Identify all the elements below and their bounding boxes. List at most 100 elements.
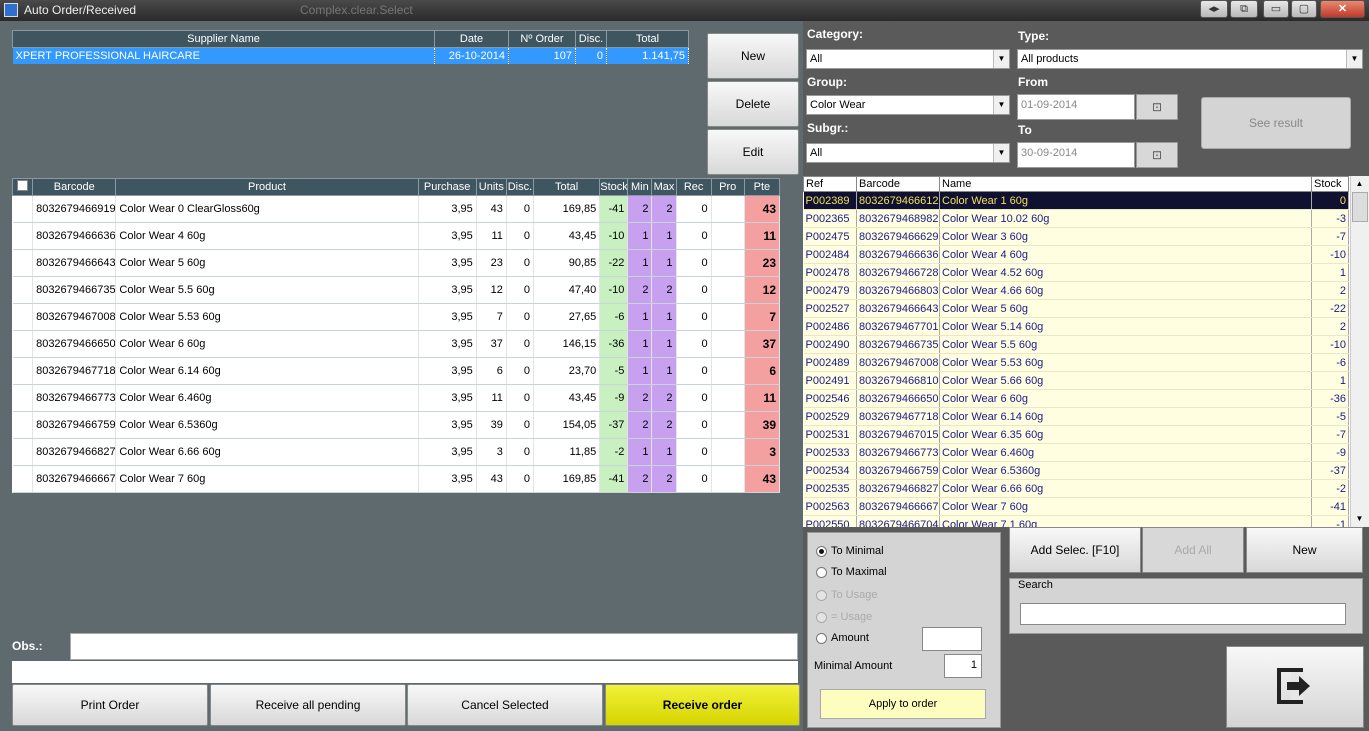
chevron-down-icon[interactable]: ▼ <box>993 96 1009 114</box>
stock-cell[interactable]: -6 <box>599 303 629 331</box>
total-cell[interactable]: 43,45 <box>533 384 601 412</box>
radio-icon[interactable] <box>816 566 827 578</box>
list-item[interactable]: P002486 8032679467701 Color Wear 5.14 60g 2 <box>803 317 1349 336</box>
total-cell[interactable]: 23,70 <box>533 357 601 385</box>
disc-cell[interactable]: 0 <box>506 357 534 385</box>
list-item[interactable]: P002484 8032679466636 Color Wear 4 60g -10 <box>803 245 1349 264</box>
barcode-cell[interactable]: 8032679466773 <box>32 384 117 412</box>
list-item[interactable]: P002478 8032679466728 Color Wear 4.52 60g 1 <box>803 263 1349 282</box>
rec-cell[interactable]: 0 <box>676 249 712 277</box>
pro-cell[interactable] <box>711 357 745 385</box>
stock-cell[interactable]: -10 <box>599 222 629 250</box>
units-cell[interactable]: 11 <box>476 384 507 412</box>
pte-cell[interactable]: 43 <box>744 465 781 493</box>
product-cell[interactable]: Color Wear 6 60g <box>115 330 419 358</box>
min-cell[interactable]: 1 <box>627 357 653 385</box>
col-header-stock[interactable]: Stock <box>1311 176 1349 192</box>
purchase-cell[interactable]: 3,95 <box>418 330 477 358</box>
group-select[interactable]: Color Wear ▼ <box>806 95 1010 115</box>
product-cell[interactable]: Color Wear 6.460g <box>115 384 419 412</box>
col-header-pte[interactable]: Pte <box>743 178 781 196</box>
disc-cell[interactable]: 0 <box>506 222 534 250</box>
list-item[interactable]: P002535 8032679466827 Color Wear 6.66 60g -… <box>803 479 1349 498</box>
col-header-date[interactable]: Date <box>434 30 509 48</box>
table-row[interactable]: 8032679466650 Color Wear 6 60g 3,95 37 0 146,… <box>12 330 781 358</box>
rec-cell[interactable]: 0 <box>676 276 712 304</box>
stock-cell[interactable]: -9 <box>599 384 629 412</box>
barcode-cell[interactable]: 8032679467718 <box>32 357 117 385</box>
min-cell[interactable]: 2 <box>627 465 653 493</box>
pte-cell[interactable]: 3 <box>744 438 781 466</box>
pro-cell[interactable] <box>711 465 745 493</box>
add-all-button[interactable]: Add All <box>1142 527 1244 573</box>
max-cell[interactable]: 1 <box>651 303 677 331</box>
max-cell[interactable]: 1 <box>651 222 677 250</box>
row-select-cell[interactable] <box>12 411 34 439</box>
pte-cell[interactable]: 7 <box>744 303 781 331</box>
product-cell[interactable]: Color Wear 6.14 60g <box>115 357 419 385</box>
list-item[interactable]: P002389 8032679466612 Color Wear 1 60g 0 <box>803 191 1349 210</box>
print-order-button[interactable]: Print Order <box>12 684 208 726</box>
table-row[interactable]: 8032679466827 Color Wear 6.66 60g 3,95 3 0 11… <box>12 438 781 466</box>
pte-cell[interactable]: 11 <box>744 222 781 250</box>
pro-cell[interactable] <box>711 249 745 277</box>
disc-cell[interactable]: 0 <box>506 303 534 331</box>
rec-cell[interactable]: 0 <box>676 438 712 466</box>
subgroup-select[interactable]: All ▼ <box>806 143 1010 163</box>
barcode-cell[interactable]: 8032679466827 <box>32 438 117 466</box>
radio-icon[interactable] <box>816 632 827 644</box>
disc-cell[interactable]: 0 <box>506 465 534 493</box>
product-cell[interactable]: Color Wear 7 60g <box>115 465 419 493</box>
receive-order-button[interactable]: Receive order <box>605 684 800 726</box>
product-cell[interactable]: Color Wear 6.66 60g <box>115 438 419 466</box>
col-header-ref[interactable]: Ref <box>803 176 857 192</box>
product-cell[interactable]: Color Wear 5.5 60g <box>115 276 419 304</box>
row-select-cell[interactable] <box>12 303 34 331</box>
table-row[interactable]: 8032679466759 Color Wear 6.5360g 3,95 39 0 15… <box>12 411 781 439</box>
exit-button[interactable] <box>1226 646 1364 728</box>
table-row[interactable]: 8032679466773 Color Wear 6.460g 3,95 11 0 43,… <box>12 384 781 412</box>
disc-cell[interactable]: 0 <box>506 438 534 466</box>
units-cell[interactable]: 3 <box>476 438 507 466</box>
purchase-cell[interactable]: 3,95 <box>418 303 477 331</box>
list-item[interactable]: P002489 8032679467008 Color Wear 5.53 60g -… <box>803 353 1349 372</box>
total-cell[interactable]: 11,85 <box>533 438 601 466</box>
chevron-down-icon[interactable]: ▼ <box>1346 50 1362 68</box>
stock-cell[interactable]: -5 <box>599 357 629 385</box>
purchase-cell[interactable]: 3,95 <box>418 411 477 439</box>
purchase-cell[interactable]: 3,95 <box>418 249 477 277</box>
min-cell[interactable]: 2 <box>627 195 653 223</box>
chevron-down-icon[interactable]: ▼ <box>993 144 1009 162</box>
rec-cell[interactable]: 0 <box>676 411 712 439</box>
dock-icon[interactable]: ◂▸ <box>1200 0 1228 18</box>
max-cell[interactable]: 2 <box>651 195 677 223</box>
amount-radio[interactable]: Amount <box>816 632 869 644</box>
min-cell[interactable]: 1 <box>627 303 653 331</box>
table-row[interactable]: 8032679466667 Color Wear 7 60g 3,95 43 0 169,… <box>12 465 781 493</box>
pro-cell[interactable] <box>711 276 745 304</box>
row-select-cell[interactable] <box>12 222 34 250</box>
stock-cell[interactable]: -41 <box>599 195 629 223</box>
receive-all-pending-button[interactable]: Receive all pending <box>210 684 406 726</box>
total-cell[interactable]: 169,85 <box>533 465 601 493</box>
category-select[interactable]: All ▼ <box>806 49 1010 69</box>
barcode-cell[interactable]: 8032679466636 <box>32 222 117 250</box>
min-cell[interactable]: 1 <box>627 330 653 358</box>
disc-cell[interactable]: 0 <box>506 276 534 304</box>
stock-scrollbar[interactable]: ▲ ▼ <box>1350 176 1369 527</box>
col-header-name[interactable]: Name <box>939 176 1312 192</box>
min-cell[interactable]: 1 <box>627 249 653 277</box>
max-cell[interactable]: 2 <box>651 384 677 412</box>
col-header-units[interactable]: Units <box>475 178 507 196</box>
purchase-cell[interactable]: 3,95 <box>418 195 477 223</box>
barcode-cell[interactable]: 8032679466643 <box>32 249 117 277</box>
list-item[interactable]: P002479 8032679466803 Color Wear 4.66 60g 2 <box>803 281 1349 300</box>
pro-cell[interactable] <box>711 384 745 412</box>
to-minimal-radio[interactable]: To Minimal <box>816 545 884 557</box>
rec-cell[interactable]: 0 <box>676 384 712 412</box>
scroll-up-icon[interactable]: ▲ <box>1351 176 1368 192</box>
total-cell[interactable]: 47,40 <box>533 276 601 304</box>
from-date-input[interactable]: 01-09-2014 <box>1017 94 1135 120</box>
units-cell[interactable]: 23 <box>476 249 507 277</box>
row-select-cell[interactable] <box>12 249 34 277</box>
